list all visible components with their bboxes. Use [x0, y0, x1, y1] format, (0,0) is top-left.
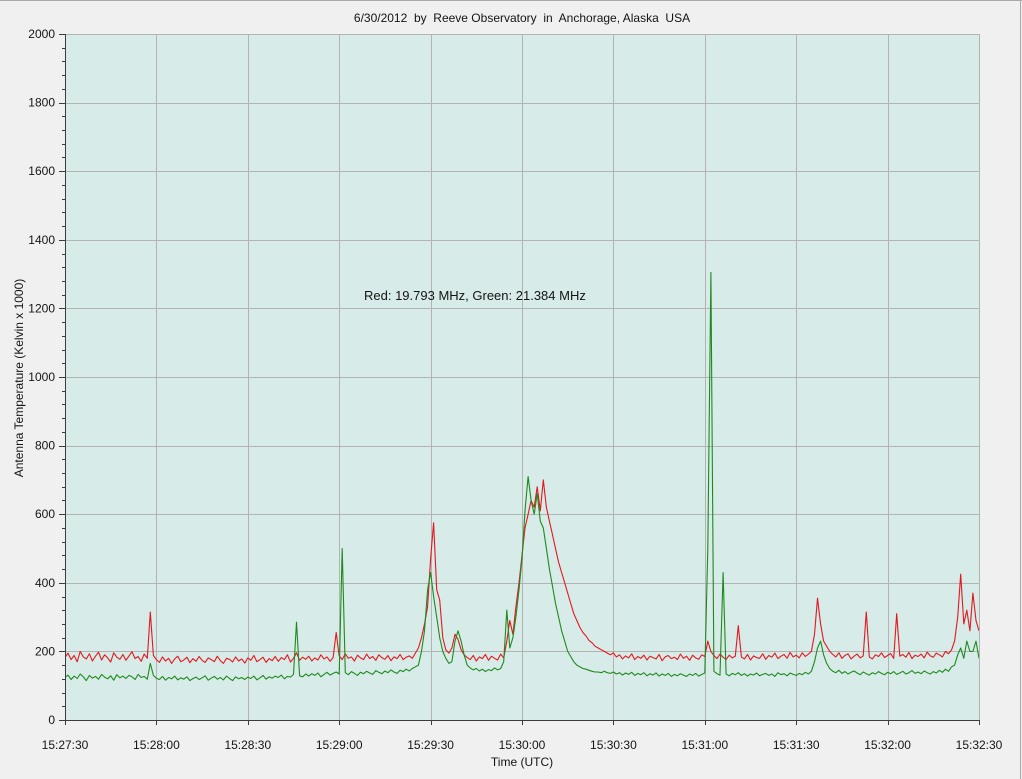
x-axis-title: Time (UTC) [491, 755, 553, 769]
y-tick-label: 200 [35, 644, 55, 658]
y-tick-label: 1000 [28, 370, 55, 384]
y-tick-label: 400 [35, 576, 55, 590]
x-tick-label: 15:29:00 [316, 738, 363, 752]
x-tick-label: 15:31:00 [681, 738, 728, 752]
y-tick-label: 600 [35, 507, 55, 521]
chart-title: 6/30/2012 by Reeve Observatory in Anchor… [354, 11, 690, 25]
y-tick-label: 800 [35, 439, 55, 453]
frequency-annotation: Red: 19.793 MHz, Green: 21.384 MHz [364, 288, 586, 303]
y-tick-label: 1800 [28, 96, 55, 110]
x-tick-label: 15:32:30 [956, 738, 1003, 752]
x-tick-label: 15:31:30 [773, 738, 820, 752]
y-tick-label: 1200 [28, 301, 55, 315]
y-tick-label: 0 [48, 713, 55, 727]
x-tick-label: 15:30:00 [499, 738, 546, 752]
y-tick-label: 2000 [28, 27, 55, 41]
x-tick-label: 15:28:30 [224, 738, 271, 752]
x-tick-label: 15:32:00 [864, 738, 911, 752]
x-tick-label: 15:29:30 [407, 738, 454, 752]
y-tick-label: 1600 [28, 164, 55, 178]
chart: 6/30/2012 by Reeve Observatory in Anchor… [0, 0, 1022, 779]
x-tick-label: 15:27:30 [42, 738, 89, 752]
x-tick-label: 15:28:00 [133, 738, 180, 752]
y-axis-title: Antenna Temperature (Kelvin x 1000) [12, 279, 26, 478]
x-tick-label: 15:30:30 [590, 738, 637, 752]
y-tick-label: 1400 [28, 233, 55, 247]
